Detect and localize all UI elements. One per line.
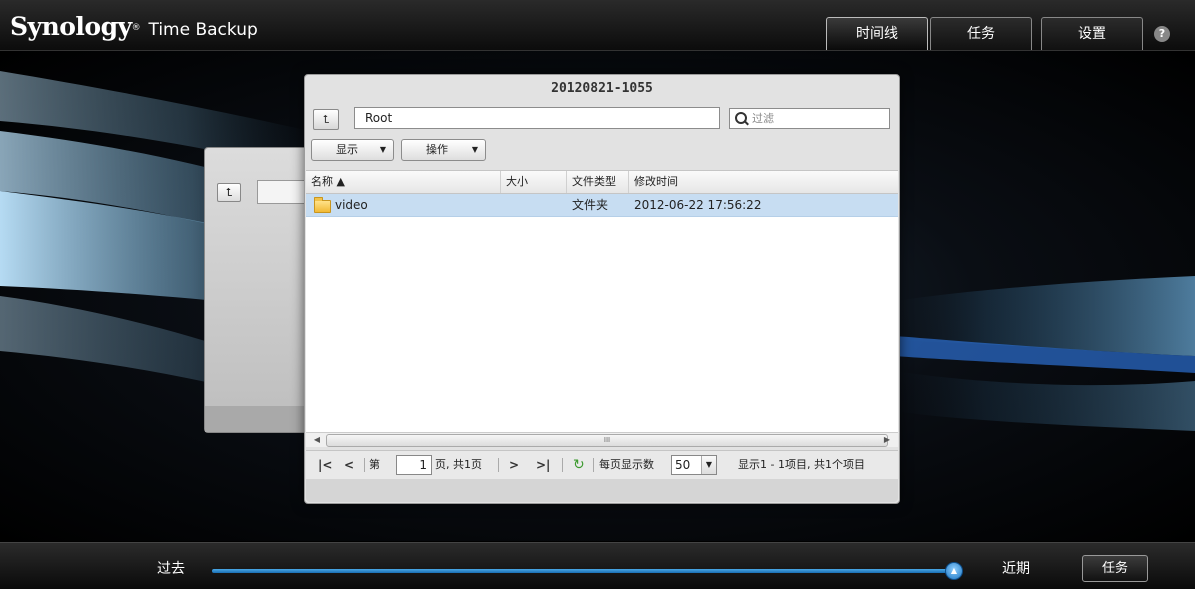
past-label: 过去: [157, 561, 185, 577]
separator: [562, 458, 563, 472]
file-grid: 名称 ▲ 大小 文件类型 修改时间 video 文件夹 2012-06-22 1…: [306, 170, 898, 432]
brand-mark: ®: [131, 23, 141, 33]
back-up-folder-icon: ⮤: [217, 183, 241, 202]
next-page-icon[interactable]: >: [509, 456, 519, 474]
paging-toolbar: |< < 第 1 页, 共1页 > >| ↻ 每页显示数 50 ▼ 显示1 - …: [306, 450, 898, 479]
cell-type: 文件夹: [572, 198, 609, 212]
scroll-left-icon[interactable]: ◀: [310, 434, 324, 446]
task-button[interactable]: 任务: [1082, 555, 1148, 582]
app-logo: Synology® Time Backup: [10, 12, 258, 41]
page-prefix: 第: [369, 458, 380, 471]
brand-logo: Synology: [10, 12, 132, 41]
up-folder-button[interactable]: ⮤: [313, 109, 339, 130]
action-menu-button[interactable]: 操作 ▼: [401, 139, 486, 161]
prev-page-icon[interactable]: <: [344, 456, 354, 474]
filter-placeholder: 过滤: [752, 112, 774, 125]
cell-size: [501, 194, 567, 216]
display-label: 显示: [336, 143, 358, 156]
cell-name: video: [335, 198, 368, 212]
page-size-value: 50: [675, 458, 691, 472]
path-field[interactable]: Root: [354, 107, 720, 129]
chevron-down-icon: ▼: [701, 456, 716, 474]
column-size[interactable]: 大小: [501, 171, 567, 193]
search-icon: [735, 112, 747, 124]
column-type[interactable]: 文件类型: [567, 171, 629, 193]
paging-summary: 显示1 - 1项目, 共1个项目: [738, 458, 865, 471]
column-modified[interactable]: 修改时间: [629, 171, 898, 193]
page-size-select[interactable]: 50 ▼: [671, 455, 717, 475]
column-name[interactable]: 名称 ▲: [306, 171, 501, 193]
separator: [593, 458, 594, 472]
cell-modified: 2012-06-22 17:56:22: [634, 198, 762, 212]
chevron-down-icon: ▼: [379, 145, 386, 154]
top-bar: Synology® Time Backup 时间线 任务 设置 ?: [0, 0, 1195, 51]
first-page-icon[interactable]: |<: [318, 456, 332, 474]
horizontal-scrollbar[interactable]: ◀ III ▶: [306, 432, 898, 447]
timeline-slider-handle[interactable]: ▲: [945, 562, 963, 580]
app-name: Time Backup: [148, 20, 258, 40]
display-menu-button[interactable]: 显示 ▼: [311, 139, 394, 161]
scroll-thumb[interactable]: III: [326, 434, 888, 447]
refresh-icon[interactable]: ↻: [573, 456, 585, 474]
timeline-bar: 过去 ▲ 近期 任务: [0, 542, 1195, 589]
snapshot-browser-window: 20120821-1055 ⮤ Root 过滤 显示 ▼ 操作 ▼ 名称 ▲ 大…: [304, 74, 900, 504]
help-icon[interactable]: ?: [1154, 26, 1170, 42]
action-label: 操作: [426, 143, 448, 156]
tab-timeline[interactable]: 时间线: [826, 17, 928, 50]
grid-header: 名称 ▲ 大小 文件类型 修改时间: [306, 171, 898, 194]
last-page-icon[interactable]: >|: [536, 456, 550, 474]
tab-tasks[interactable]: 任务: [930, 17, 1032, 50]
chevron-down-icon: ▼: [471, 145, 478, 154]
timeline-slider-track[interactable]: [212, 569, 952, 573]
page-total: 页, 共1页: [435, 458, 482, 471]
snapshot-title: 20120821-1055: [551, 81, 653, 96]
recent-label: 近期: [1002, 561, 1030, 577]
page-number-input[interactable]: 1: [396, 455, 432, 475]
table-row[interactable]: video 文件夹 2012-06-22 17:56:22: [306, 194, 898, 217]
separator: [498, 458, 499, 472]
separator: [364, 458, 365, 472]
tab-settings[interactable]: 设置: [1041, 17, 1143, 50]
filter-input[interactable]: 过滤: [729, 108, 890, 129]
folder-icon: [314, 197, 331, 213]
up-arrow-icon: ⮤: [322, 113, 330, 126]
scroll-right-icon[interactable]: ▶: [880, 434, 894, 446]
up-arrow-icon: ▲: [950, 566, 958, 575]
per-page-label: 每页显示数: [599, 458, 654, 471]
dialog-footer: [306, 479, 898, 502]
